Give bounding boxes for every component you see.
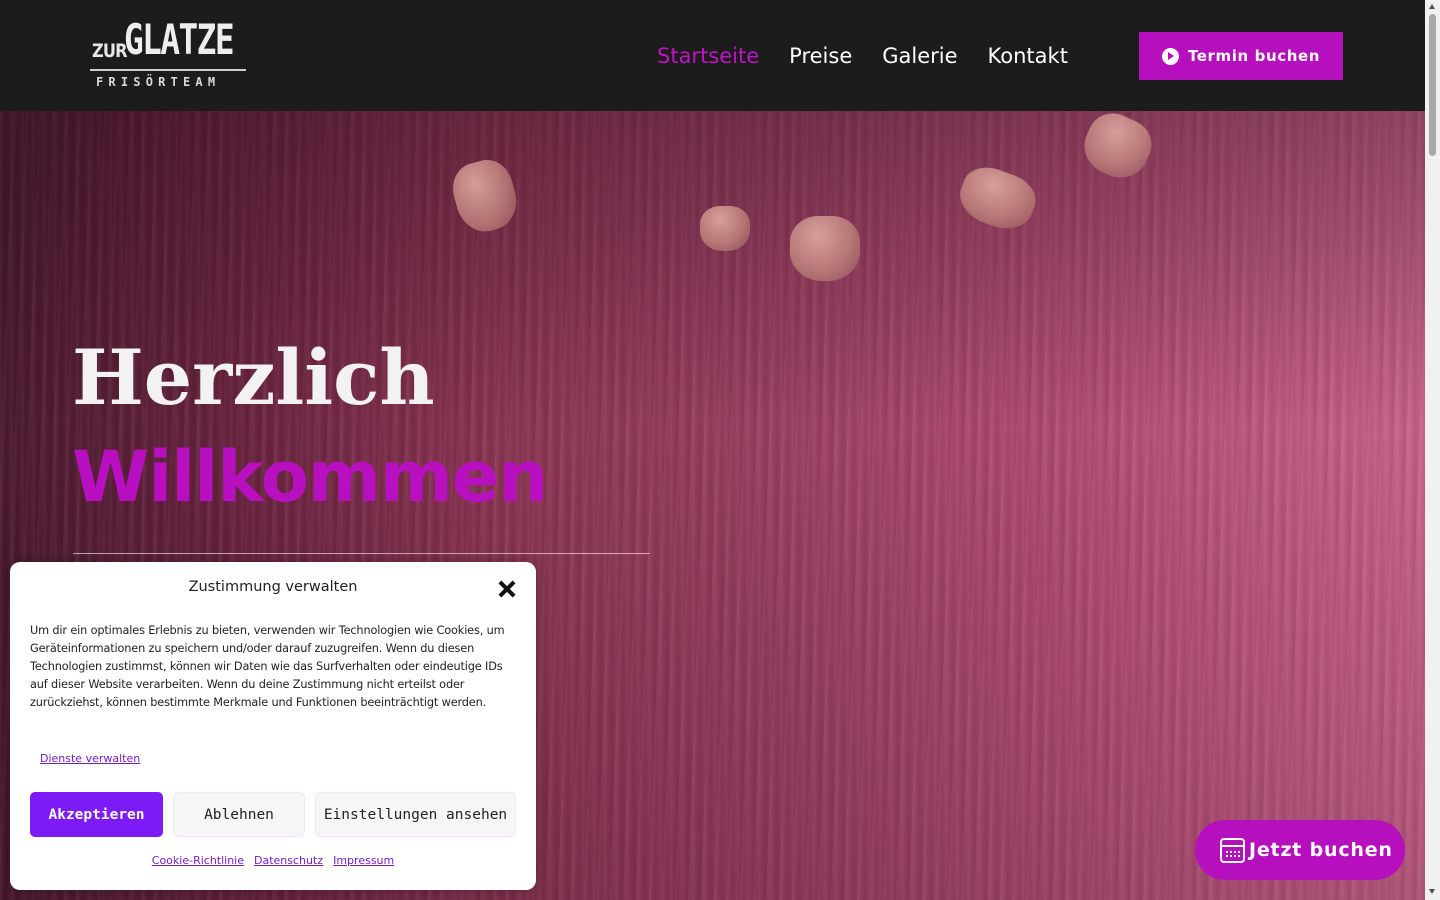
page-scrollbar[interactable] bbox=[1425, 0, 1440, 900]
scroll-up-arrow-icon[interactable] bbox=[1429, 4, 1435, 9]
view-preferences-button[interactable]: Einstellungen ansehen bbox=[315, 792, 516, 837]
nav-item-galerie[interactable]: Galerie bbox=[882, 42, 957, 70]
book-now-floating-button[interactable]: Jetzt buchen bbox=[1195, 820, 1405, 880]
nav-item-kontakt[interactable]: Kontakt bbox=[988, 42, 1068, 70]
nav-item-preise[interactable]: Preise bbox=[789, 42, 852, 70]
consent-body-text: Um dir ein optimales Erlebnis zu bieten,… bbox=[30, 624, 505, 709]
play-circle-icon bbox=[1161, 47, 1179, 65]
hero-image-finger bbox=[700, 206, 750, 251]
cookie-policy-link[interactable]: Cookie-Richtlinie bbox=[152, 854, 244, 867]
manage-services-link[interactable]: Dienste verwalten bbox=[40, 752, 140, 765]
deny-button[interactable]: Ablehnen bbox=[173, 792, 305, 837]
hero-title-line2: Willkommen bbox=[72, 436, 548, 518]
book-appointment-label: Termin buchen bbox=[1187, 47, 1321, 65]
hero-image-finger bbox=[790, 216, 860, 281]
consent-footer-links: Cookie-Richtlinie Datenschutz Impressum bbox=[10, 854, 536, 867]
book-now-label: Jetzt buchen bbox=[1249, 839, 1393, 861]
site-header: ZUR GLATZE FRISÖRTEAM Startseite Preise … bbox=[0, 0, 1425, 111]
scroll-down-arrow-icon[interactable] bbox=[1429, 889, 1435, 894]
cookie-consent-dialog: Zustimmung verwalten Um dir ein optimale… bbox=[10, 562, 536, 890]
consent-title: Zustimmung verwalten bbox=[188, 579, 358, 595]
logo-main-text: GLATZE bbox=[124, 15, 235, 64]
nav-item-startseite[interactable]: Startseite bbox=[657, 42, 759, 70]
imprint-link[interactable]: Impressum bbox=[333, 854, 394, 867]
hero-divider bbox=[73, 553, 650, 554]
logo-sub-text: FRISÖRTEAM bbox=[96, 75, 221, 89]
logo-divider bbox=[90, 69, 246, 71]
accept-button[interactable]: Akzeptieren bbox=[30, 792, 163, 837]
book-appointment-button[interactable]: Termin buchen bbox=[1139, 32, 1343, 80]
main-nav: Startseite Preise Galerie Kontakt bbox=[657, 42, 1068, 70]
close-icon[interactable] bbox=[496, 578, 518, 600]
logo[interactable]: ZUR GLATZE FRISÖRTEAM bbox=[88, 16, 248, 94]
hero-title-line1: Herzlich bbox=[72, 333, 435, 422]
privacy-link[interactable]: Datenschutz bbox=[254, 854, 323, 867]
calendar-icon bbox=[1220, 837, 1245, 863]
logo-top-text: ZUR bbox=[92, 40, 128, 62]
scrollbar-thumb[interactable] bbox=[1429, 14, 1436, 156]
